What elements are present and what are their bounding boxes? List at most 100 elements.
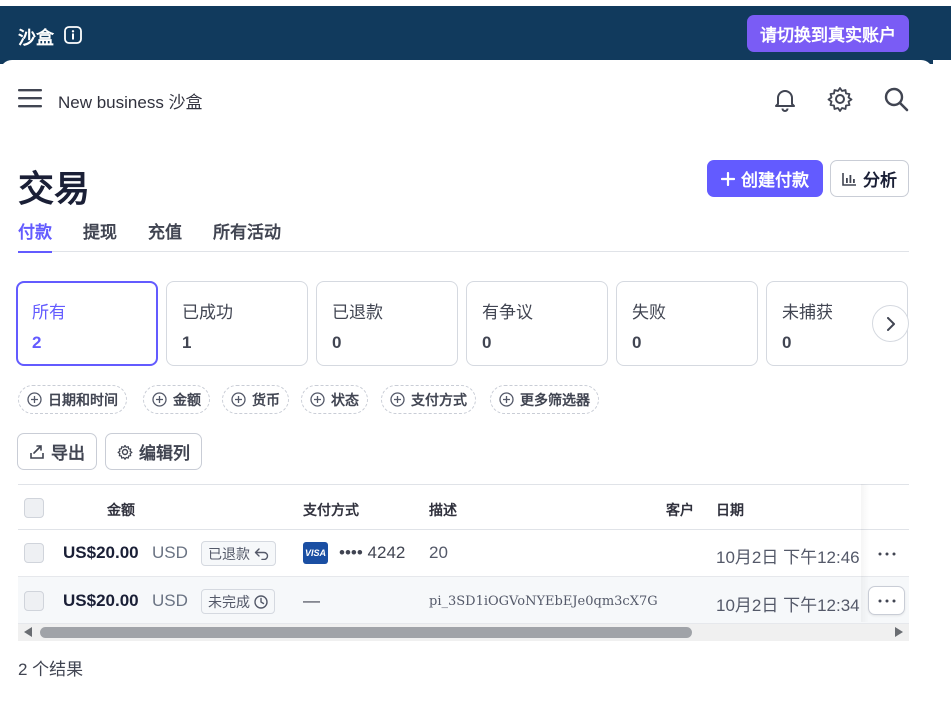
row-more-button[interactable] <box>868 539 905 568</box>
status-card-failed[interactable]: 失败 0 <box>616 281 758 366</box>
result-count: 2 个结果 <box>18 660 84 679</box>
tab-topups[interactable]: 充值 <box>148 218 182 252</box>
table-row[interactable]: US$20.00 USD 未完成 — pi_3SD1iOGVoNYEbEJe0q… <box>18 577 909 624</box>
filter-label: 更多筛选器 <box>520 391 590 408</box>
analyze-label: 分析 <box>863 171 897 190</box>
scroll-right-arrow[interactable] <box>895 627 903 637</box>
plus-circle-icon <box>310 392 325 407</box>
status-card-refunded[interactable]: 已退款 0 <box>316 281 458 366</box>
filter-more[interactable]: 更多筛选器 <box>490 385 599 414</box>
tab-payments[interactable]: 付款 <box>18 218 52 253</box>
status-badge: 未完成 <box>201 589 275 614</box>
table-header: 金额 支付方式 描述 客户 日期 <box>18 484 909 530</box>
status-cards: 所有 2 已成功 1 已退款 0 有争议 0 失败 0 未捕获 0 <box>16 280 909 368</box>
chevron-right-icon <box>886 316 895 331</box>
tab-bar: 付款 提现 充值 所有活动 <box>18 218 909 253</box>
card-count: 0 <box>332 333 342 352</box>
table-row[interactable]: US$20.00 USD 已退款 VISA •••• 4242 20 10月2日… <box>18 530 909 577</box>
filter-label: 状态 <box>331 391 359 408</box>
row-checkbox[interactable] <box>24 591 44 611</box>
tab-payouts[interactable]: 提现 <box>83 218 117 252</box>
clock-icon <box>254 594 268 609</box>
status-card-all[interactable]: 所有 2 <box>16 281 158 366</box>
plus-icon <box>721 171 735 186</box>
card-count: 2 <box>32 333 42 352</box>
row-payment-method: — <box>303 591 320 610</box>
card-count: 0 <box>482 333 492 352</box>
bell-icon[interactable] <box>772 86 798 112</box>
row-date: 10月2日 下午12:46 <box>716 548 860 567</box>
row-amount: US$20.00 <box>63 591 139 610</box>
filter-label: 金额 <box>173 391 201 408</box>
filter-amount[interactable]: 金额 <box>143 385 210 414</box>
edit-columns-label: 编辑列 <box>139 444 190 463</box>
gear-icon[interactable] <box>827 86 853 112</box>
bar-chart-icon <box>842 172 856 186</box>
status-card-succeeded[interactable]: 已成功 1 <box>166 281 308 366</box>
row-checkbox[interactable] <box>24 543 44 563</box>
row-payment-method: •••• 4242 <box>339 543 406 562</box>
export-label: 导出 <box>51 444 85 463</box>
filter-payment-method[interactable]: 支付方式 <box>381 385 476 414</box>
card-label: 已退款 <box>332 303 383 322</box>
plus-circle-icon <box>152 392 167 407</box>
row-more-button[interactable] <box>868 586 905 615</box>
edit-columns-button[interactable]: 编辑列 <box>105 433 202 470</box>
window-edge <box>933 60 951 701</box>
row-date: 10月2日 下午12:34 <box>716 596 860 615</box>
horizontal-scrollbar[interactable] <box>18 624 909 641</box>
analyze-button[interactable]: 分析 <box>830 160 909 197</box>
column-customer[interactable]: 客户 <box>666 500 694 520</box>
status-label: 已退款 <box>208 545 250 562</box>
row-currency: USD <box>152 591 188 610</box>
account-name[interactable]: New business 沙盒 <box>58 88 203 113</box>
plus-circle-icon <box>499 392 514 407</box>
ellipsis-icon <box>878 552 895 555</box>
info-icon[interactable] <box>64 26 82 44</box>
scroll-thumb[interactable] <box>40 627 692 638</box>
column-payment-method[interactable]: 支付方式 <box>303 500 359 520</box>
sandbox-banner: 沙盒 请切换到真实账户 <box>0 0 951 64</box>
column-date[interactable]: 日期 <box>716 500 744 520</box>
status-card-disputed[interactable]: 有争议 0 <box>466 281 608 366</box>
create-payment-label: 创建付款 <box>741 171 809 190</box>
search-icon[interactable] <box>883 86 909 112</box>
status-badge: 已退款 <box>201 541 276 566</box>
gear-icon <box>117 444 133 460</box>
select-all-checkbox[interactable] <box>24 498 44 518</box>
ellipsis-icon <box>878 599 895 602</box>
card-count: 0 <box>782 333 792 352</box>
plus-circle-icon <box>390 392 405 407</box>
filter-label: 日期和时间 <box>48 391 118 408</box>
column-description[interactable]: 描述 <box>429 500 457 520</box>
export-icon <box>30 444 44 459</box>
export-button[interactable]: 导出 <box>17 433 97 470</box>
status-label: 未完成 <box>208 593 250 610</box>
scroll-left-arrow[interactable] <box>24 627 32 637</box>
filter-label: 货币 <box>252 391 280 408</box>
card-count: 1 <box>182 333 192 352</box>
filter-status[interactable]: 状态 <box>301 385 368 414</box>
card-label: 所有 <box>32 303 66 322</box>
refund-arrow-icon <box>254 547 269 560</box>
visa-card-icon: VISA <box>303 542 328 564</box>
plus-circle-icon <box>231 392 246 407</box>
card-label: 有争议 <box>482 303 533 322</box>
cards-next-button[interactable] <box>872 305 909 342</box>
menu-icon[interactable] <box>18 87 42 109</box>
row-amount: US$20.00 <box>63 543 139 562</box>
filter-date[interactable]: 日期和时间 <box>18 385 127 414</box>
card-label: 失败 <box>632 303 666 322</box>
page-title: 交易 <box>18 168 91 209</box>
filter-currency[interactable]: 货币 <box>222 385 289 414</box>
column-amount[interactable]: 金额 <box>107 500 135 520</box>
row-description: 20 <box>429 543 448 562</box>
filter-label: 支付方式 <box>411 391 467 408</box>
sandbox-label: 沙盒 <box>18 28 54 48</box>
create-payment-button[interactable]: 创建付款 <box>707 160 823 197</box>
plus-circle-icon <box>27 392 42 407</box>
card-label: 已成功 <box>182 303 233 322</box>
row-currency: USD <box>152 543 188 562</box>
tab-all-activity[interactable]: 所有活动 <box>213 218 281 252</box>
switch-to-live-button[interactable]: 请切换到真实账户 <box>747 15 909 52</box>
